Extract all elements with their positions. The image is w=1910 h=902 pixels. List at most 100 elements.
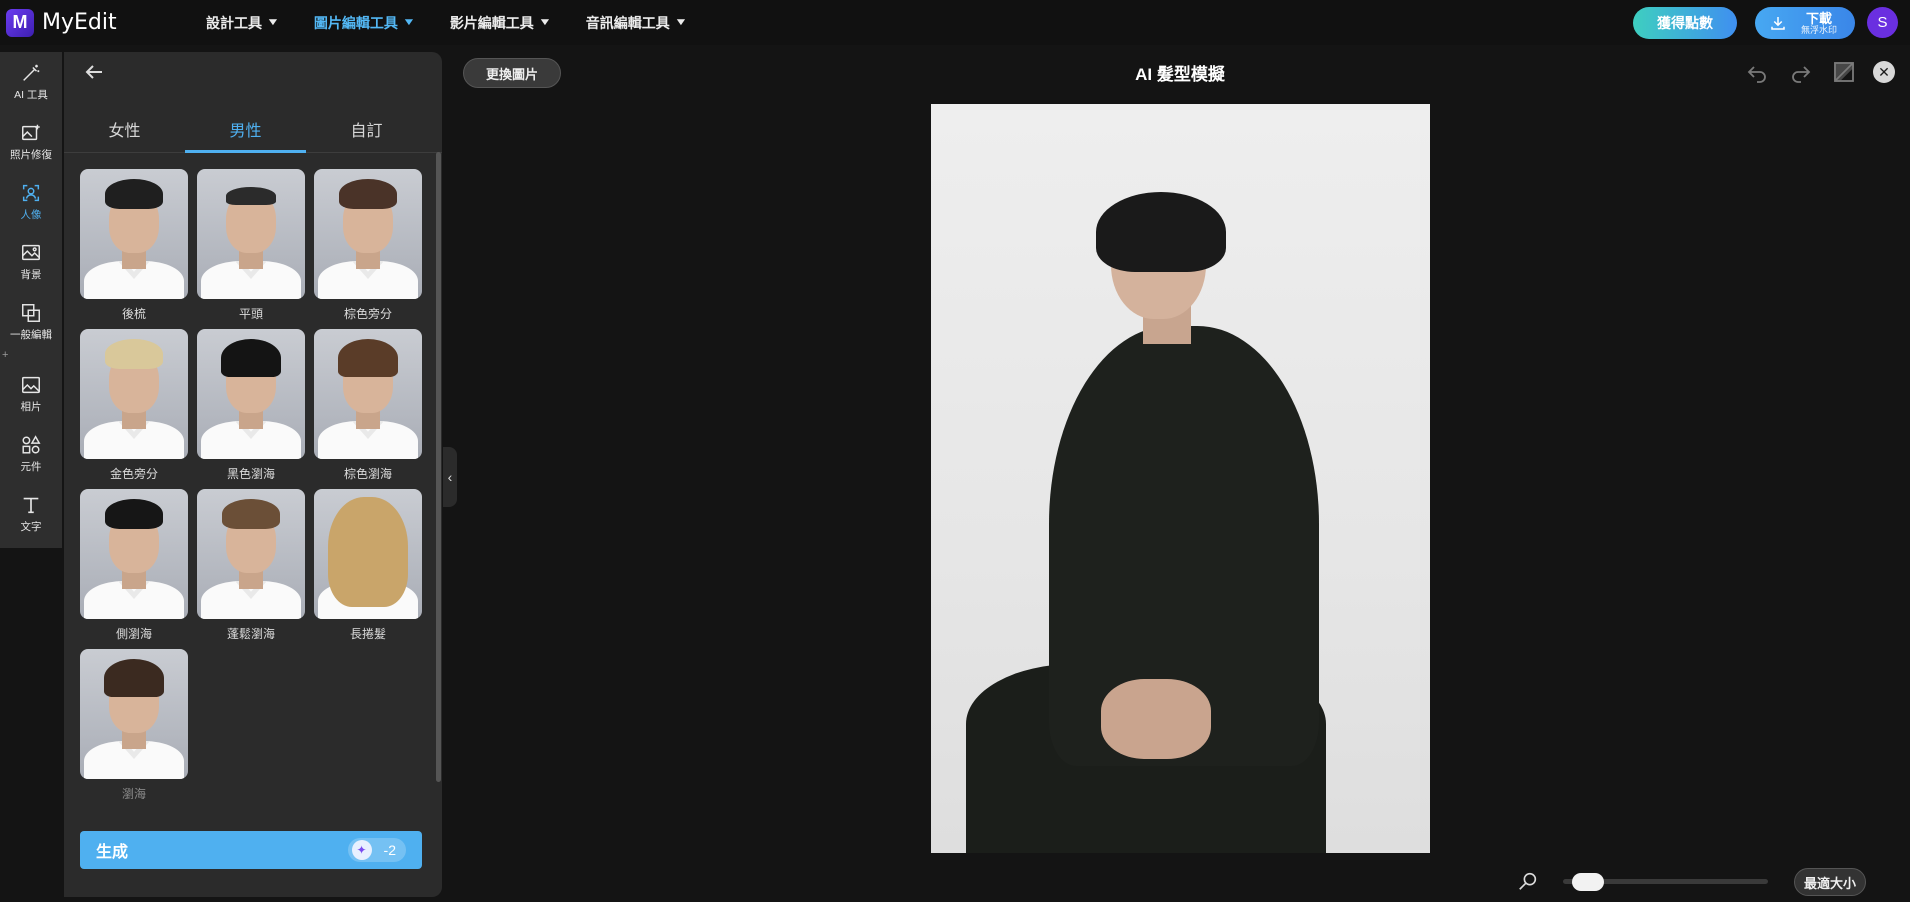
thumb-hair bbox=[105, 339, 163, 369]
zoom-slider-handle[interactable] bbox=[1571, 873, 1604, 891]
text-icon bbox=[23, 497, 39, 514]
thumb-hair bbox=[105, 499, 163, 529]
hairstyle-panel: 女性 男性 自訂 後梳 平頭 棕色旁分金色旁分 黑色瀏海 棕色瀏海側瀏海 蓬鬆瀏海 長捲髮瀏… bbox=[64, 52, 442, 897]
nav-label: 圖片編輯工具 bbox=[313, 14, 398, 31]
rail-item-elements[interactable]: 元件 bbox=[0, 424, 62, 484]
thumb-hair bbox=[338, 339, 398, 377]
back-arrow-icon[interactable] bbox=[82, 60, 106, 84]
hairstyle-label: 棕色瀏海 bbox=[343, 467, 392, 481]
thumb-hair bbox=[222, 499, 280, 529]
plus-icon: + bbox=[2, 349, 9, 361]
rail-label: 相片 bbox=[20, 401, 42, 413]
nav-design-tools[interactable]: 設計工具 ▼ bbox=[206, 13, 280, 33]
nav-audio-tools[interactable]: 音訊編輯工具 ▼ bbox=[585, 13, 688, 33]
panel-scrollbar[interactable] bbox=[436, 152, 441, 782]
tool-rail: AI 工具 照片修復 人像 背景 一般編輯 + 相片 元件 文字 bbox=[0, 52, 62, 548]
rail-item-general-edit[interactable]: 一般編輯 bbox=[0, 292, 62, 352]
undo-icon[interactable] bbox=[1745, 60, 1769, 84]
rail-label: 一般編輯 bbox=[10, 329, 52, 341]
hairstyle-card[interactable]: 瀏海 bbox=[80, 649, 188, 802]
hairstyle-thumbnail bbox=[197, 489, 305, 619]
photo-hands bbox=[1101, 679, 1211, 759]
hairstyle-thumbnail bbox=[197, 329, 305, 459]
tab-male[interactable]: 男性 bbox=[185, 109, 306, 153]
hairstyle-label: 長捲髮 bbox=[349, 627, 386, 641]
hairstyle-card[interactable]: 側瀏海 bbox=[80, 489, 188, 642]
download-label: 下載 bbox=[1806, 10, 1833, 26]
redo-icon[interactable] bbox=[1789, 60, 1813, 84]
hairstyle-thumbnail bbox=[80, 169, 188, 299]
chevron-down-icon: ▼ bbox=[537, 17, 552, 28]
fit-to-screen-button[interactable]: 最適大小 bbox=[1794, 868, 1866, 896]
download-sublabel: 無浮水印 bbox=[1801, 24, 1838, 35]
get-points-button[interactable]: 獲得點數 bbox=[1633, 7, 1737, 39]
rail-label: 元件 bbox=[20, 461, 42, 473]
hairstyle-thumbnail bbox=[314, 169, 422, 299]
hairstyle-card[interactable]: 平頭 bbox=[197, 169, 305, 322]
rail-item-photo-repair[interactable]: 照片修復 bbox=[0, 112, 62, 172]
rail-item-ai-tools[interactable]: AI 工具 bbox=[0, 52, 62, 112]
generate-button[interactable]: 生成 ✦ -2 bbox=[80, 831, 422, 869]
nav-label: 影片編輯工具 bbox=[449, 14, 534, 31]
thumb-hair bbox=[221, 339, 281, 377]
tab-female[interactable]: 女性 bbox=[64, 109, 185, 152]
user-avatar[interactable]: S bbox=[1867, 7, 1898, 38]
hairstyle-label: 黑色瀏海 bbox=[226, 467, 275, 481]
chevron-down-icon: ▼ bbox=[673, 17, 688, 28]
credit-cost-value: -2 bbox=[383, 842, 396, 858]
hairstyle-card[interactable]: 黑色瀏海 bbox=[197, 329, 305, 482]
main-nav: 設計工具 ▼ 圖片編輯工具 ▼ 影片編輯工具 ▼ 音訊編輯工具 ▼ bbox=[206, 0, 722, 45]
page-title: AI 髮型模擬 bbox=[1135, 65, 1225, 84]
nav-video-tools[interactable]: 影片編輯工具 ▼ bbox=[449, 13, 552, 33]
chevron-down-icon: ▼ bbox=[401, 17, 416, 28]
collapse-panel-button[interactable]: ‹ bbox=[443, 447, 457, 507]
generate-label: 生成 bbox=[96, 844, 129, 861]
thumb-hair bbox=[226, 187, 276, 205]
chevron-down-icon: ▼ bbox=[266, 17, 280, 28]
download-icon bbox=[1771, 17, 1785, 30]
rail-item-text[interactable]: 文字 bbox=[0, 484, 62, 544]
rail-item-photo[interactable]: 相片 bbox=[0, 364, 62, 424]
zoom-icon[interactable] bbox=[1517, 870, 1539, 892]
credit-icon: ✦ bbox=[351, 840, 372, 860]
thumb-hair bbox=[328, 497, 408, 607]
portrait-icon bbox=[22, 184, 40, 202]
hairstyle-thumbnail bbox=[197, 169, 305, 299]
close-icon[interactable]: ✕ bbox=[1873, 61, 1895, 83]
hairstyle-card[interactable]: 棕色旁分 bbox=[314, 169, 422, 322]
top-bar: M MyEdit 設計工具 ▼ 圖片編輯工具 ▼ 影片編輯工具 ▼ 音訊編輯工具 ▼ 獲… bbox=[0, 0, 1910, 45]
nav-label: 音訊編輯工具 bbox=[585, 14, 670, 31]
photo-icon bbox=[22, 376, 40, 394]
rail-item-background[interactable]: 背景 bbox=[0, 232, 62, 292]
hairstyle-card[interactable]: 蓬鬆瀏海 bbox=[197, 489, 305, 642]
hairstyle-label: 後梳 bbox=[121, 307, 146, 321]
thumb-hair bbox=[105, 179, 163, 209]
photo-repair-icon bbox=[22, 124, 40, 141]
hairstyle-card[interactable]: 長捲髮 bbox=[314, 489, 422, 642]
hairstyle-label: 金色旁分 bbox=[109, 467, 158, 481]
hairstyle-label: 瀏海 bbox=[121, 787, 146, 801]
tab-custom[interactable]: 自訂 bbox=[306, 109, 427, 152]
shapes-icon bbox=[22, 435, 41, 454]
nav-photo-tools[interactable]: 圖片編輯工具 ▼ bbox=[313, 13, 416, 33]
hairstyle-label: 側瀏海 bbox=[115, 627, 152, 641]
hairstyle-card[interactable]: 後梳 bbox=[80, 169, 188, 322]
gender-tabs: 女性 男性 自訂 bbox=[64, 109, 442, 153]
download-button[interactable]: 下載 無浮水印 bbox=[1755, 7, 1855, 39]
hairstyle-thumbnail bbox=[314, 329, 422, 459]
hairstyle-thumbnail bbox=[80, 649, 188, 779]
rail-item-portrait[interactable]: 人像 bbox=[0, 172, 62, 232]
magic-wand-icon bbox=[23, 64, 40, 81]
hairstyle-card[interactable]: 金色旁分 bbox=[80, 329, 188, 482]
hairstyle-thumbnail bbox=[314, 489, 422, 619]
thumb-hair bbox=[104, 659, 164, 697]
photo-hair bbox=[1096, 192, 1226, 272]
hairstyle-label: 平頭 bbox=[238, 307, 263, 321]
rail-label: 文字 bbox=[20, 521, 42, 533]
app-logo[interactable]: M MyEdit bbox=[6, 8, 117, 37]
hairstyle-card[interactable]: 棕色瀏海 bbox=[314, 329, 422, 482]
hairstyle-thumbnail bbox=[80, 489, 188, 619]
compare-icon[interactable] bbox=[1832, 60, 1856, 84]
logo-mark: M bbox=[6, 8, 34, 37]
replace-image-button[interactable]: 更換圖片 bbox=[463, 58, 561, 88]
